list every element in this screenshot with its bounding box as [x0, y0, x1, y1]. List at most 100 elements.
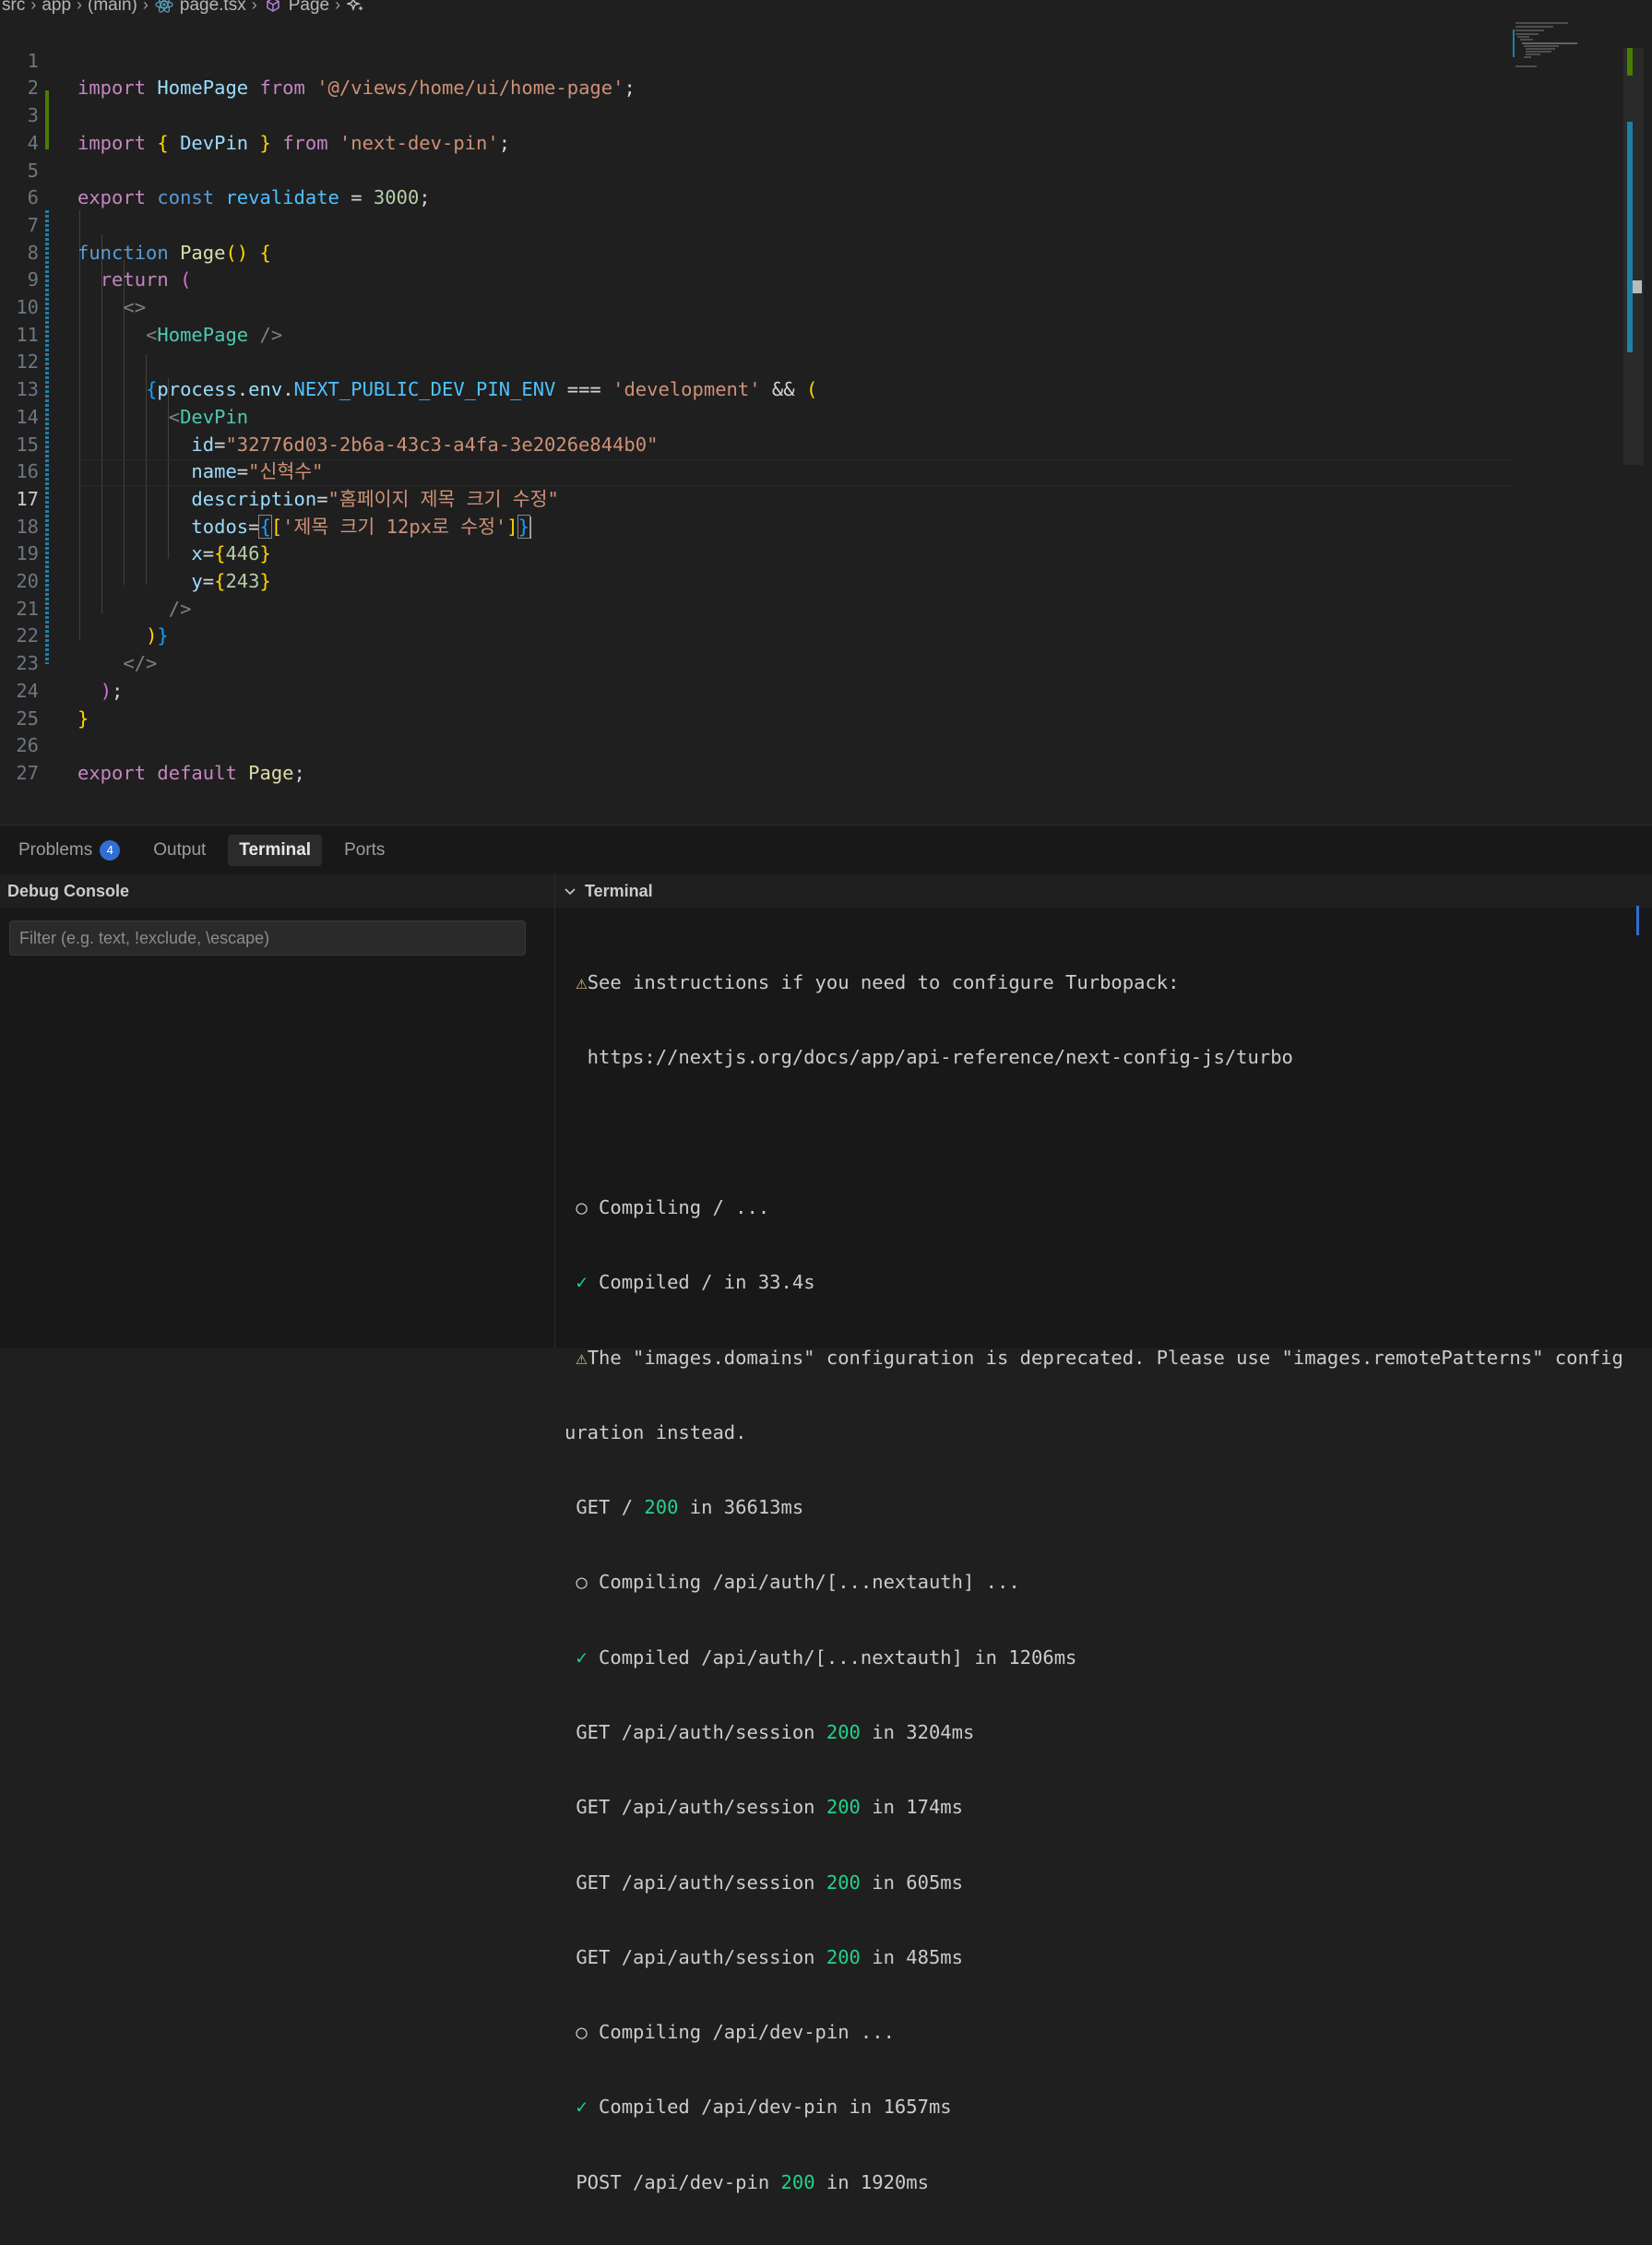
react-icon	[154, 0, 174, 15]
code-line[interactable]: 20 />	[0, 540, 1605, 620]
tab-label: Output	[153, 839, 207, 860]
scrollbar-modified-marker	[1627, 122, 1633, 352]
code-line[interactable]: 13 <DevPin	[0, 349, 1605, 428]
problems-count-badge: 4	[100, 839, 121, 861]
tab-label: Terminal	[239, 839, 312, 860]
code-line[interactable]: 3 import { DevPin } from 'next-dev-pin';	[0, 75, 1605, 154]
debug-console-header[interactable]: Debug Console	[0, 874, 554, 908]
code-line[interactable]: 26 export default Page;	[0, 706, 1605, 784]
scrollbar-added-marker	[1627, 48, 1633, 76]
code-line[interactable]: 21 )}	[0, 568, 1605, 647]
terminal-line: https://nextjs.org/docs/app/api-referenc…	[565, 1046, 1293, 1069]
terminal-line: POST /api/dev-pin 200 in 1920ms	[576, 2170, 929, 2193]
terminal-pane[interactable]: Terminal ⚠See instructions if you need t…	[555, 874, 1652, 2193]
terminal-output[interactable]: ⚠See instructions if you need to configu…	[565, 921, 1634, 2245]
warning-icon: ⚠	[576, 1346, 588, 1369]
breadcrumb-item-app[interactable]: app	[42, 0, 71, 14]
code-line[interactable]: 6	[0, 158, 1605, 208]
breadcrumb: src › app › (main) › page.tsx › Page ›	[0, 0, 1652, 15]
code-line[interactable]: 27	[0, 732, 1605, 784]
tab-ports[interactable]: Ports	[333, 835, 396, 866]
terminal-scroll-marker	[1636, 906, 1639, 935]
terminal-line: ○ Compiling / ...	[576, 1196, 770, 1219]
terminal-header[interactable]: Terminal	[555, 874, 1652, 908]
breadcrumb-item-symbol[interactable]: Page	[289, 0, 329, 14]
code-line[interactable]: 18 x={446}	[0, 486, 1605, 565]
panel-tab-bar: Problems 4 Output Terminal Ports	[0, 825, 1652, 874]
status-code: 200	[780, 2170, 815, 2193]
code-line[interactable]: 11	[0, 294, 1605, 346]
chevron-right-icon: ›	[77, 0, 83, 14]
breadcrumb-item-main[interactable]: (main)	[88, 0, 137, 14]
code-line[interactable]: 8 return (	[0, 212, 1605, 291]
terminal-line: ✓ Compiled / in 33.4s	[576, 1271, 815, 1294]
chevron-right-icon: ›	[30, 0, 37, 14]
chevron-right-icon: ›	[251, 0, 257, 14]
terminal-line: uration instead.	[565, 1420, 747, 1443]
tab-terminal[interactable]: Terminal	[228, 834, 323, 866]
code-line-active[interactable]: 17 todos={['제목 크기 12px로 수정']}	[0, 458, 1605, 539]
terminal-line: ⚠See instructions if you need to configu…	[576, 971, 1180, 994]
check-icon: ✓	[576, 1271, 588, 1294]
status-code: 200	[826, 1871, 861, 1894]
code-line[interactable]: 25	[0, 678, 1605, 730]
compiling-icon: ○	[576, 1196, 588, 1219]
terminal-line: ✓ Compiled /api/auth/[...nextauth] in 12…	[576, 1645, 1077, 1669]
terminal-line: GET /api/auth/session 200 in 3204ms	[576, 1721, 975, 1743]
terminal-line: GET /api/auth/session 200 in 485ms	[576, 1945, 963, 1968]
code-line[interactable]: 10 <HomePage />	[0, 267, 1605, 346]
minimap[interactable]	[1513, 20, 1623, 94]
check-icon: ✓	[576, 2096, 588, 2119]
compiling-icon: ○	[576, 2021, 588, 2044]
debug-console-pane: Debug Console Filter (e.g. text, !exclud…	[0, 874, 555, 1348]
pane-title: Terminal	[585, 881, 653, 900]
terminal-line: GET /api/auth/session 200 in 174ms	[576, 1796, 963, 1819]
editor-scrollbar[interactable]	[1623, 48, 1644, 465]
terminal-line: ⚠The "images.domains" configuration is d…	[576, 1346, 1623, 1369]
code-line[interactable]: 7 function Page() {	[0, 184, 1605, 264]
sparkle-icon[interactable]	[346, 0, 366, 15]
filter-placeholder: Filter (e.g. text, !exclude, \escape)	[19, 928, 270, 947]
terminal-line: GET /api/auth/session 200 in 605ms	[576, 1871, 963, 1894]
code-editor[interactable]: 1 import HomePage from '@/views/home/ui/…	[0, 20, 1652, 825]
code-line[interactable]: 12 {process.env.NEXT_PUBLIC_DEV_PIN_ENV …	[0, 322, 1605, 400]
debug-filter-input[interactable]: Filter (e.g. text, !exclude, \escape)	[9, 921, 526, 956]
scrollbar-cursor-marker	[1633, 280, 1642, 293]
code-line[interactable]: 24 }	[0, 650, 1605, 730]
status-code: 200	[826, 1945, 861, 1968]
pane-title: Debug Console	[7, 881, 130, 900]
code-line[interactable]: 2	[0, 48, 1605, 99]
tab-label: Ports	[344, 839, 386, 860]
tab-label: Problems	[18, 839, 93, 860]
tab-output[interactable]: Output	[142, 835, 217, 866]
chevron-right-icon: ›	[142, 0, 149, 14]
terminal-line: ○ Compiling /api/auth/[...nextauth] ...	[576, 1571, 1020, 1594]
compiling-icon: ○	[576, 1571, 588, 1594]
code-line[interactable]: 23 );	[0, 623, 1605, 702]
warning-icon: ⚠	[576, 971, 588, 994]
code-line[interactable]: 1 import HomePage from '@/views/home/ui/…	[0, 20, 1605, 100]
code-line[interactable]: 4	[0, 102, 1605, 154]
chevron-right-icon: ›	[335, 0, 341, 14]
code-line[interactable]: 14 id="32776d03-2b6a-43c3-a4fa-3e2026e84…	[0, 376, 1605, 456]
breadcrumb-item-file[interactable]: page.tsx	[180, 0, 246, 14]
status-code: 200	[826, 1796, 861, 1819]
breadcrumb-item-src[interactable]: src	[2, 0, 25, 14]
code-line[interactable]: 5 export const revalidate = 3000;	[0, 130, 1605, 209]
terminal-line: GET / 200 in 36613ms	[576, 1496, 804, 1519]
tab-problems[interactable]: Problems 4	[7, 835, 131, 866]
symbol-method-icon	[263, 0, 283, 15]
code-line[interactable]: 19 y={243}	[0, 514, 1605, 592]
chevron-down-icon[interactable]	[563, 884, 577, 898]
status-code: 200	[826, 1721, 861, 1743]
check-icon: ✓	[576, 1645, 588, 1669]
code-line[interactable]: 9 <>	[0, 240, 1605, 318]
code-line[interactable]: 22 </>	[0, 596, 1605, 674]
code-line[interactable]: 16 description="홈페이지 제목 크기 수정"	[0, 432, 1605, 510]
line-number[interactable]: 27	[0, 760, 39, 788]
status-code: 200	[644, 1496, 679, 1519]
terminal-line: ○ Compiling /api/dev-pin ...	[576, 2021, 895, 2044]
code-line[interactable]: 15 name="신혁수"	[0, 404, 1605, 483]
terminal-line: ✓ Compiled /api/dev-pin in 1657ms	[576, 2096, 952, 2119]
